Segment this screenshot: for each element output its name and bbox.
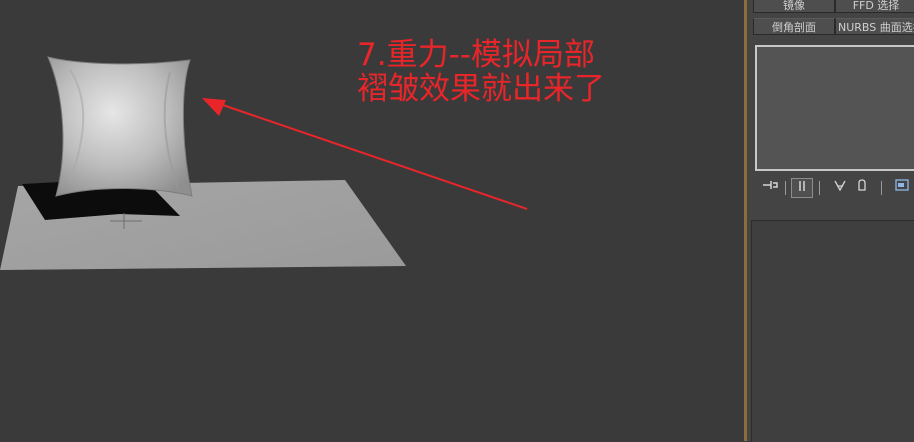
stack-toolbar xyxy=(757,178,914,198)
pillow-mesh xyxy=(47,56,193,197)
viewport-perspective[interactable]: 7.重力--模拟局部 褶皱效果就出来了 xyxy=(0,0,744,441)
show-end-result-icon[interactable] xyxy=(791,178,813,198)
annotation-line-1: 7.重力--模拟局部 xyxy=(357,37,595,73)
configure-modifier-sets-icon[interactable] xyxy=(891,178,913,198)
annotation-arrow-head xyxy=(202,98,226,116)
bevel-profile-button[interactable]: 倒角剖面 xyxy=(753,18,835,35)
pin-stack-icon[interactable] xyxy=(759,178,781,198)
ffd-select-button[interactable]: FFD 选择 xyxy=(835,0,914,13)
make-unique-icon[interactable] xyxy=(831,178,849,198)
modifier-stack-list[interactable] xyxy=(755,45,914,171)
mirror-button[interactable]: 镜像 xyxy=(753,0,835,13)
nurbs-surface-select-button[interactable]: NURBS 曲面选择 xyxy=(835,18,914,35)
annotation-line-2: 褶皱效果就出来了 xyxy=(357,71,605,107)
remove-modifier-icon[interactable] xyxy=(853,178,871,198)
modifier-parameters-rollout xyxy=(751,220,914,442)
modify-panel: 镜像 FFD 选择 倒角剖面 NURBS 曲面选择 xyxy=(747,0,914,442)
annotation-text: 7.重力--模拟局部 褶皱效果就出来了 xyxy=(357,38,605,106)
